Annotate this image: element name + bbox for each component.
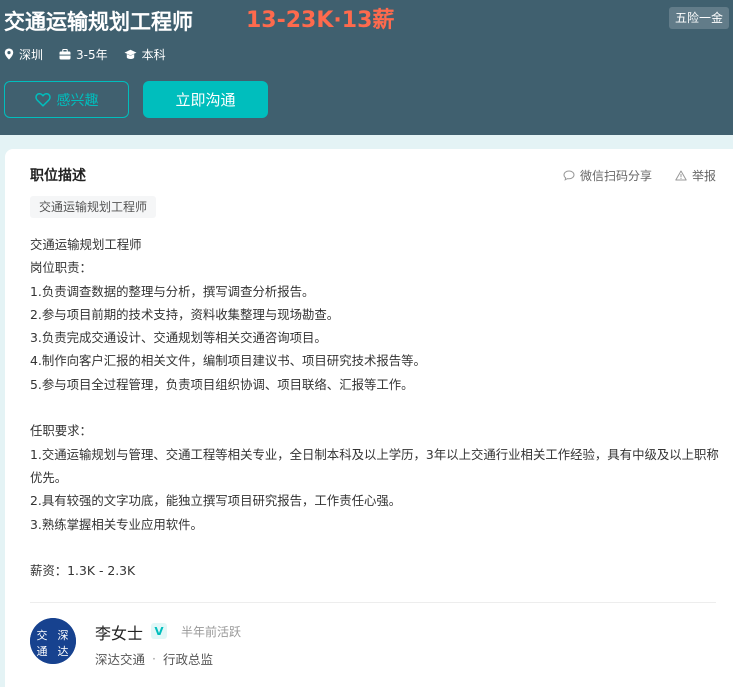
desc-line: 1.负责调查数据的整理与分析，撰写调查分析报告。 xyxy=(30,283,315,299)
verified-v-icon xyxy=(151,623,167,639)
avatar[interactable]: 交 深 通 达 xyxy=(30,618,76,664)
wechat-share-link[interactable]: 微信扫码分享 xyxy=(563,167,652,184)
company-name[interactable]: 深达交通 xyxy=(95,649,145,668)
company-logo-icon: 交 深 通 达 xyxy=(30,618,76,664)
company-line: 深达交通 · 行政总监 xyxy=(95,649,213,668)
interest-label: 感兴趣 xyxy=(56,92,99,109)
keyword-tag: 交通运输规划工程师 xyxy=(30,196,157,218)
recruiter-name: 李女士 xyxy=(95,624,144,643)
degree-text: 本科 xyxy=(141,47,166,62)
separator-dot: · xyxy=(152,651,156,666)
experience-meta: 3-5年 xyxy=(59,46,108,63)
desc-blank-line xyxy=(30,536,720,559)
salary: 13-23K·13薪 xyxy=(246,8,395,33)
location-meta: 深圳 xyxy=(4,46,43,63)
job-header: 交通运输规划工程师 13-23K·13薪 五险一金 深圳 3-5年 本科 感兴趣… xyxy=(0,0,733,135)
share-label: 微信扫码分享 xyxy=(580,169,653,183)
desc-line: 5.参与项目全过程管理，负责项目组织协调、项目联络、汇报等工作。 xyxy=(30,376,414,392)
briefcase-icon xyxy=(59,48,71,59)
degree-meta: 本科 xyxy=(124,46,166,63)
desc-line: 2.具有较强的文字功底，能独立撰写项目研究报告，工作责任心强。 xyxy=(30,493,402,509)
recruiter-position: 行政总监 xyxy=(163,652,214,667)
report-label: 举报 xyxy=(692,169,717,183)
desc-line: 交通运输规划工程师 xyxy=(30,237,142,252)
desc-blank-line xyxy=(30,396,720,419)
location-text: 深圳 xyxy=(19,47,44,62)
warning-triangle-icon xyxy=(675,170,687,181)
divider xyxy=(30,602,716,603)
heart-outline-icon xyxy=(34,92,51,107)
job-title: 交通运输规划工程师 xyxy=(4,10,193,34)
experience-text: 3-5年 xyxy=(76,47,108,62)
svg-text:交: 交 xyxy=(37,628,48,642)
job-detail-card: 职位描述 微信扫码分享 举报 交通运输规划工程师 交通运输规划工程师 岗位职责：… xyxy=(5,149,733,687)
desc-line: 3.负责完成交通设计、交通规划等相关交通咨询项目。 xyxy=(30,330,327,346)
welfare-tag: 五险一金 xyxy=(669,7,730,29)
section-title: 职位描述 xyxy=(30,168,86,184)
desc-line: 3.熟练掌握相关专业应用软件。 xyxy=(30,516,203,532)
interest-button[interactable]: 感兴趣 xyxy=(4,81,129,118)
location-pin-icon xyxy=(4,48,14,60)
desc-line: 4.制作向客户汇报的相关文件，编制项目建议书、项目研究技术报告等。 xyxy=(30,353,426,369)
desc-salary-line: 薪资：1.3K - 2.3K xyxy=(30,563,136,579)
desc-line: 1.交通运输规划与管理、交通工程等相关专业，全日制本科及以上学历，3年以上交通行… xyxy=(30,446,719,485)
active-status: 半年前活跃 xyxy=(181,625,242,639)
desc-line: 2.参与项目前期的技术支持，资料收集整理与现场勘查。 xyxy=(30,306,340,322)
desc-line: 岗位职责： xyxy=(30,260,92,276)
report-link[interactable]: 举报 xyxy=(675,167,716,184)
chat-now-label: 立即沟通 xyxy=(175,91,236,109)
svg-text:通: 通 xyxy=(37,645,48,658)
job-description: 交通运输规划工程师 岗位职责： 1.负责调查数据的整理与分析，撰写调查分析报告。… xyxy=(30,233,720,582)
svg-text:达: 达 xyxy=(58,645,69,658)
job-meta-row: 深圳 3-5年 本科 xyxy=(4,45,182,63)
chat-now-button[interactable]: 立即沟通 xyxy=(143,81,268,118)
svg-text:深: 深 xyxy=(58,629,69,642)
chat-bubble-icon xyxy=(563,170,575,181)
desc-line: 任职要求： xyxy=(30,423,92,439)
graduation-cap-icon xyxy=(124,49,137,59)
